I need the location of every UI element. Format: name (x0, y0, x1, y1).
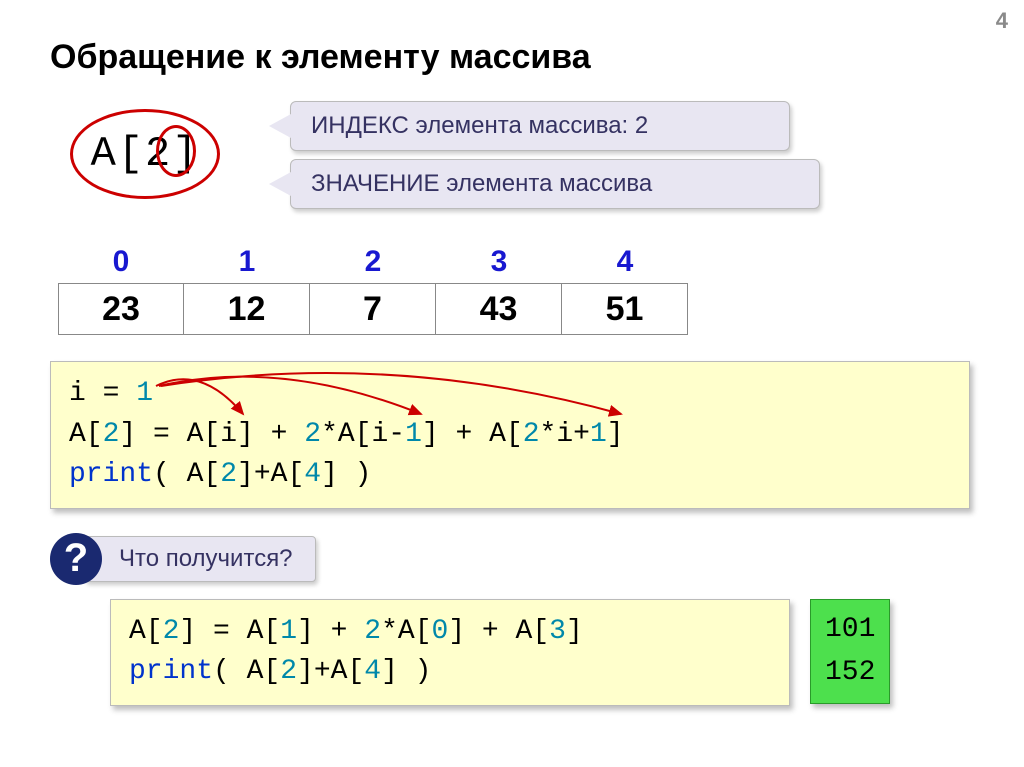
callout-value: ЗНАЧЕНИЕ элемента массива (290, 159, 820, 209)
code-line: i = 1 (69, 374, 951, 415)
callout-index: ИНДЕКС элемента массива: 2 (290, 101, 790, 151)
array-cell: 43 (436, 283, 562, 335)
code-line: A[2] = A[1] + 2*A[0] + A[3] (129, 612, 771, 653)
question-label: Что получится? (84, 536, 316, 582)
bottom-row: A[2] = A[1] + 2*A[0] + A[3] print( A[2]+… (110, 599, 974, 706)
array-cell: 12 (184, 283, 310, 335)
code-line: A[2] = A[i] + 2*A[i-1] + A[2*i+1] (69, 415, 951, 456)
expression-text: A[2] (91, 130, 200, 178)
slide-title: Обращение к элементу массива (50, 38, 974, 77)
array-indices: 0 1 2 3 4 (58, 245, 974, 279)
top-row: A[2] ИНДЕКС элемента массива: 2 ЗНАЧЕНИЕ… (50, 97, 974, 237)
question-row: ? Что получится? (50, 533, 974, 585)
result-box: 101 152 (810, 599, 890, 704)
question-badge: ? (50, 533, 102, 585)
index-label: 0 (58, 245, 184, 279)
code-line: print( A[2]+A[4] ) (69, 455, 951, 496)
array-cell: 51 (562, 283, 688, 335)
expression-circle: A[2] (70, 109, 220, 199)
array-display: 0 1 2 3 4 23 12 7 43 51 (58, 245, 974, 335)
index-label: 1 (184, 245, 310, 279)
index-label: 2 (310, 245, 436, 279)
result-value: 152 (825, 651, 875, 694)
code-line: print( A[2]+A[4] ) (129, 652, 771, 693)
array-cells: 23 12 7 43 51 (58, 283, 974, 335)
page-number: 4 (996, 8, 1008, 34)
result-value: 101 (825, 608, 875, 651)
index-label: 3 (436, 245, 562, 279)
code-block-1: i = 1 A[2] = A[i] + 2*A[i-1] + A[2*i+1] … (50, 361, 970, 509)
array-cell: 23 (58, 283, 184, 335)
index-label: 4 (562, 245, 688, 279)
array-cell: 7 (310, 283, 436, 335)
code-block-2: A[2] = A[1] + 2*A[0] + A[3] print( A[2]+… (110, 599, 790, 706)
